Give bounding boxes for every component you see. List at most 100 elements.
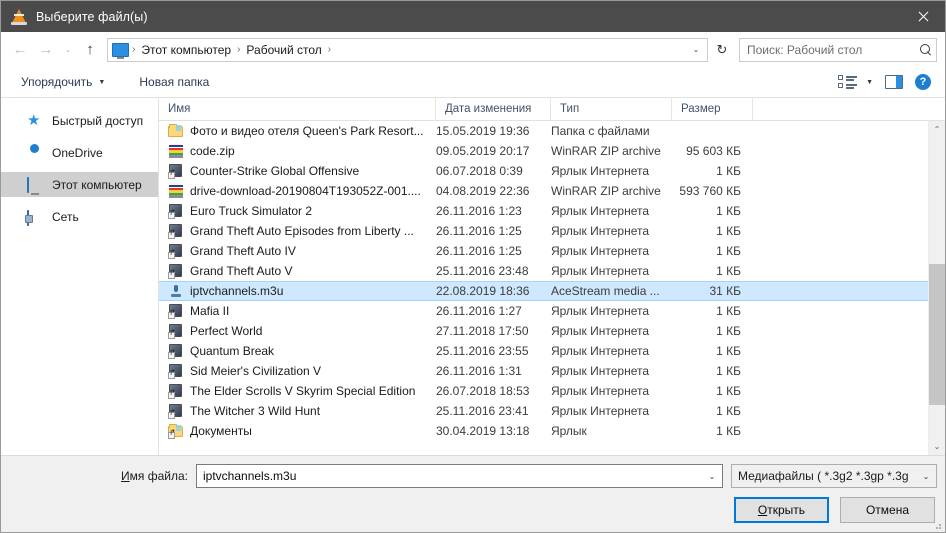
file-type-cell: AceStream media ... <box>551 284 672 298</box>
table-row[interactable]: Grand Theft Auto Episodes from Liberty .… <box>159 221 928 241</box>
file-name: Документы <box>190 424 252 438</box>
star-icon: ★ <box>27 113 44 129</box>
chevron-down-icon[interactable]: ⌄ <box>687 45 705 54</box>
sidebar-item-network[interactable]: Сеть <box>1 204 158 229</box>
file-date-cell: 04.08.2019 22:36 <box>436 184 551 198</box>
file-type-cell: Ярлык Интернета <box>551 304 672 318</box>
table-row[interactable]: Quantum Break25.11.2016 23:55Ярлык Интер… <box>159 341 928 361</box>
table-row[interactable]: Mafia II26.11.2016 1:27Ярлык Интернета1 … <box>159 301 928 321</box>
forward-button[interactable]: → <box>33 37 59 63</box>
close-icon <box>917 11 928 22</box>
file-date-cell: 09.05.2019 20:17 <box>436 144 551 158</box>
filename-label-rest: мя файла: <box>130 469 188 483</box>
file-size-cell: 1 КБ <box>672 264 753 278</box>
winrar-archive-icon <box>168 143 184 159</box>
refresh-button[interactable]: ↻ <box>710 38 734 62</box>
internet-shortcut-icon <box>168 243 184 259</box>
file-name: Grand Theft Auto Episodes from Liberty .… <box>190 224 414 238</box>
organize-button[interactable]: Упорядочить ▼ <box>15 72 111 92</box>
file-name-cell: Euro Truck Simulator 2 <box>159 203 436 219</box>
breadcrumb-item-desktop[interactable]: Рабочий стол <box>241 43 326 57</box>
file-name-cell: Sid Meier's Civilization V <box>159 363 436 379</box>
search-icon <box>920 44 932 56</box>
table-row[interactable]: code.zip09.05.2019 20:17WinRAR ZIP archi… <box>159 141 928 161</box>
file-size-cell: 1 КБ <box>672 244 753 258</box>
table-row[interactable]: Grand Theft Auto V25.11.2016 23:48Ярлык … <box>159 261 928 281</box>
open-button[interactable]: Открыть <box>734 497 829 523</box>
file-type-filter-value: Медиафайлы ( *.3g2 *.3gp *.3g <box>738 469 918 483</box>
table-row[interactable]: iptvchannels.m3u22.08.2019 18:36AceStrea… <box>159 281 928 301</box>
internet-shortcut-icon <box>168 163 184 179</box>
view-layout-icon <box>838 74 858 90</box>
table-row[interactable]: Sid Meier's Civilization V26.11.2016 1:3… <box>159 361 928 381</box>
sidebar-item-quick-access[interactable]: ★ Быстрый доступ <box>1 108 158 133</box>
table-row[interactable]: Grand Theft Auto IV26.11.2016 1:25Ярлык … <box>159 241 928 261</box>
filename-input[interactable]: iptvchannels.m3u ⌄ <box>196 464 723 488</box>
scrollbar-track[interactable] <box>929 138 945 438</box>
file-name: Euro Truck Simulator 2 <box>190 204 312 218</box>
internet-shortcut-icon <box>168 363 184 379</box>
help-icon: ? <box>915 74 931 90</box>
file-date-cell: 26.11.2016 1:27 <box>436 304 551 318</box>
cancel-button[interactable]: Отмена <box>840 497 935 523</box>
sidebar-item-onedrive[interactable]: OneDrive <box>1 140 158 165</box>
search-input[interactable]: Поиск: Рабочий стол <box>747 43 920 57</box>
column-header-name[interactable]: Имя ⌃ <box>159 98 436 120</box>
table-row[interactable]: The Witcher 3 Wild Hunt25.11.2016 23:41Я… <box>159 401 928 421</box>
file-type-cell: WinRAR ZIP archive <box>551 184 672 198</box>
column-header-date[interactable]: Дата изменения <box>436 98 551 120</box>
organize-label: Упорядочить <box>21 75 92 89</box>
column-headers: Имя ⌃ Дата изменения Тип Размер <box>159 98 945 121</box>
internet-shortcut-icon <box>168 303 184 319</box>
recent-locations-button[interactable]: ⌄ <box>59 37 77 63</box>
table-row[interactable]: Counter-Strike Global Offensive06.07.201… <box>159 161 928 181</box>
help-button[interactable]: ? <box>909 71 937 93</box>
resize-grip[interactable] <box>932 520 942 530</box>
back-button[interactable]: ← <box>7 37 33 63</box>
file-type-cell: Ярлык Интернета <box>551 324 672 338</box>
column-header-type[interactable]: Тип <box>551 98 672 120</box>
internet-shortcut-icon <box>168 343 184 359</box>
column-header-size[interactable]: Размер <box>672 98 753 120</box>
view-options-button[interactable]: ▼ <box>832 71 879 93</box>
winrar-archive-icon <box>168 183 184 199</box>
up-button[interactable]: ↑ <box>77 37 103 63</box>
table-row[interactable]: Perfect World27.11.2018 17:50Ярлык Интер… <box>159 321 928 341</box>
scroll-up-button[interactable]: ⌃ <box>929 121 945 138</box>
file-name-cell: Mafia II <box>159 303 436 319</box>
open-button-accel: О <box>758 503 767 517</box>
file-name: Grand Theft Auto IV <box>190 244 296 258</box>
file-rows: Фото и видео отеля Queen's Park Resort..… <box>159 121 928 455</box>
scroll-down-button[interactable]: ⌄ <box>929 438 945 455</box>
table-row[interactable]: Фото и видео отеля Queen's Park Resort..… <box>159 121 928 141</box>
sidebar-item-this-pc[interactable]: Этот компьютер <box>1 172 158 197</box>
chevron-down-icon[interactable]: ⌄ <box>704 472 720 481</box>
address-bar[interactable]: › Этот компьютер › Рабочий стол › ⌄ <box>107 38 708 62</box>
file-type-cell: Ярлык Интернета <box>551 384 672 398</box>
table-row[interactable]: Euro Truck Simulator 226.11.2016 1:23Ярл… <box>159 201 928 221</box>
breadcrumb-item-this-pc[interactable]: Этот компьютер <box>136 43 236 57</box>
file-size-cell: 1 КБ <box>672 304 753 318</box>
monitor-icon <box>27 177 44 193</box>
file-type-filter[interactable]: Медиафайлы ( *.3g2 *.3gp *.3g ⌄ <box>731 464 937 488</box>
table-row[interactable]: drive-download-20190804T193052Z-001....0… <box>159 181 928 201</box>
file-name: code.zip <box>190 144 235 158</box>
file-date-cell: 06.07.2018 0:39 <box>436 164 551 178</box>
close-button[interactable] <box>899 1 945 32</box>
file-size-cell: 1 КБ <box>672 344 753 358</box>
preview-pane-button[interactable] <box>879 72 909 92</box>
internet-shortcut-icon <box>168 403 184 419</box>
open-button-rest: ткрыть <box>767 503 805 517</box>
new-folder-button[interactable]: Новая папка <box>133 72 215 92</box>
table-row[interactable]: The Elder Scrolls V Skyrim Special Editi… <box>159 381 928 401</box>
file-name-cell: Фото и видео отеля Queen's Park Resort..… <box>159 123 436 139</box>
scrollbar-thumb[interactable] <box>929 264 945 405</box>
search-box[interactable]: Поиск: Рабочий стол <box>739 38 937 62</box>
acestream-media-icon <box>168 283 184 299</box>
vertical-scrollbar[interactable]: ⌃ ⌄ <box>928 121 945 455</box>
file-size-cell: 1 КБ <box>672 204 753 218</box>
file-date-cell: 25.11.2016 23:55 <box>436 344 551 358</box>
filename-label: Имя файла: <box>1 469 196 483</box>
table-row[interactable]: Документы30.04.2019 13:18Ярлык1 КБ <box>159 421 928 441</box>
file-type-cell: Ярлык Интернета <box>551 204 672 218</box>
